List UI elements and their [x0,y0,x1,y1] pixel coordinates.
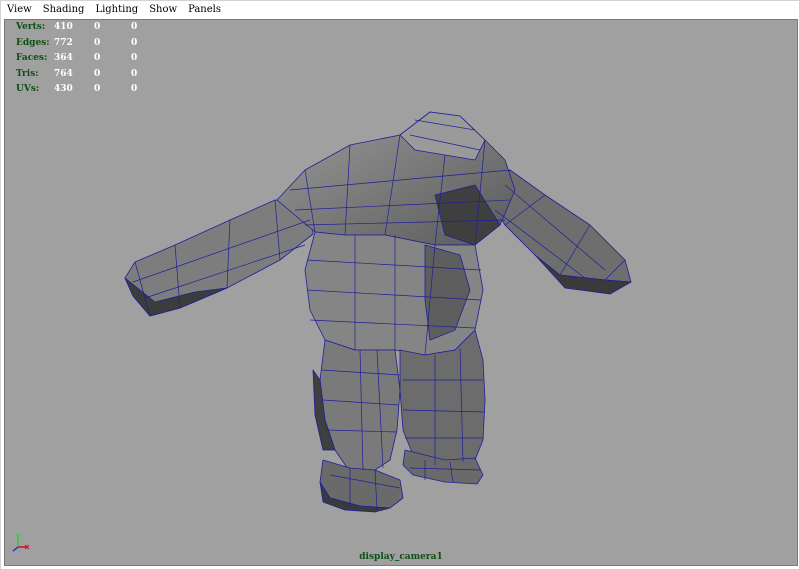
hud-value: 0 [94,22,101,32]
hud-value: 0 [131,22,138,32]
hud-value: 410 [54,22,73,32]
hud-label: Tris: [16,68,39,79]
hud-value: 772 [54,37,73,48]
mesh-silhouette [124,111,632,513]
menu-shading[interactable]: Shading [38,2,91,18]
3d-viewport[interactable]: Verts: 410 0 0 Edges: 772 0 0 Faces: 364… [4,19,798,566]
panel-menubar: View Shading Lighting Show Panels [2,2,798,18]
hud-value: 0 [94,68,101,79]
hud-value: 0 [131,53,138,63]
hud-value: 0 [94,53,101,63]
hud-label: UVs: [16,84,40,94]
hud-value: 0 [131,37,138,48]
hud-value: 430 [54,84,73,94]
hud-value: 364 [54,53,73,63]
menu-view[interactable]: View [2,2,38,18]
menu-show[interactable]: Show [144,2,183,18]
hud-value: 764 [54,68,73,79]
hud-value: 0 [131,68,138,79]
camera-name-label: display_camera1 [359,552,443,562]
hud-value: 0 [94,84,101,94]
hud-label: Verts: [16,22,46,32]
menu-panels[interactable]: Panels [183,2,227,18]
hud-label: Faces: [16,53,48,63]
hud-value: 0 [94,37,101,48]
menu-lighting[interactable]: Lighting [90,2,144,18]
hud-value: 0 [131,84,138,94]
hud-label: Edges: [16,37,50,48]
mesh-model[interactable] [5,20,797,565]
model-panel: View Shading Lighting Show Panels Verts:… [0,0,800,570]
xyz-axis-icon [12,533,30,552]
